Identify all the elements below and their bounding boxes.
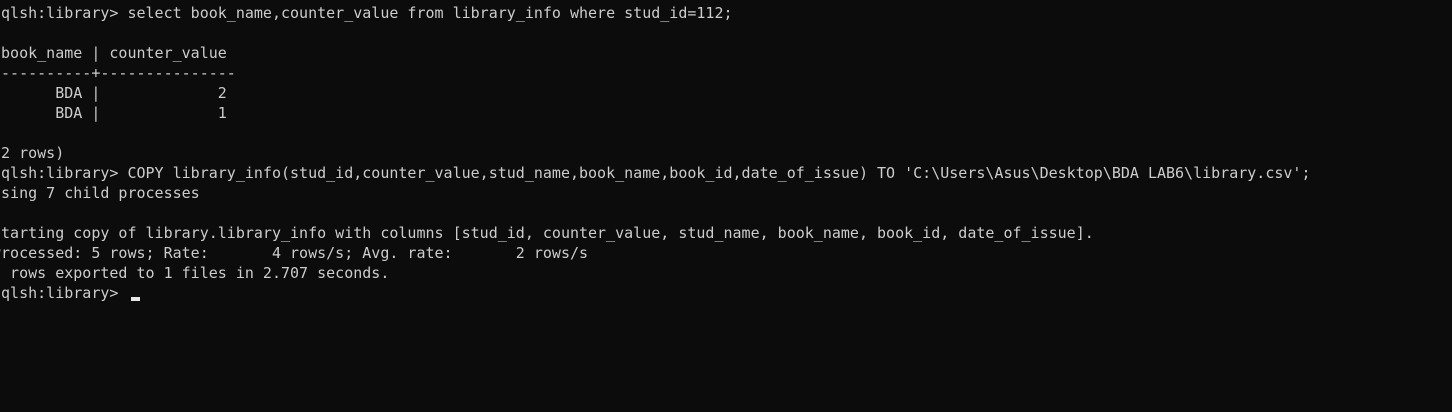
terminal-line: Starting copy of library.library_info wi…: [0, 224, 1094, 242]
terminal-line: cqlsh:library> COPY library_info(stud_id…: [0, 164, 1311, 182]
terminal-line: book_name | counter_value: [0, 44, 227, 62]
terminal-window[interactable]: cqlsh:library> select book_name,counter_…: [0, 0, 1452, 412]
terminal-line: (2 rows): [0, 144, 65, 162]
terminal-line: Processed: 5 rows; Rate: 4 rows/s; Avg. …: [0, 244, 589, 262]
terminal-prompt[interactable]: cqlsh:library>: [0, 283, 127, 303]
terminal-line: BDA | 2: [0, 84, 227, 102]
text-cursor: [131, 297, 140, 301]
terminal-line: cqlsh:library> select book_name,counter_…: [0, 4, 733, 22]
terminal-line: Using 7 child processes: [0, 184, 200, 202]
terminal-line: BDA | 1: [0, 104, 227, 122]
terminal-line: 5 rows exported to 1 files in 2.707 seco…: [0, 264, 390, 282]
terminal-line: -----------+---------------: [0, 64, 236, 82]
